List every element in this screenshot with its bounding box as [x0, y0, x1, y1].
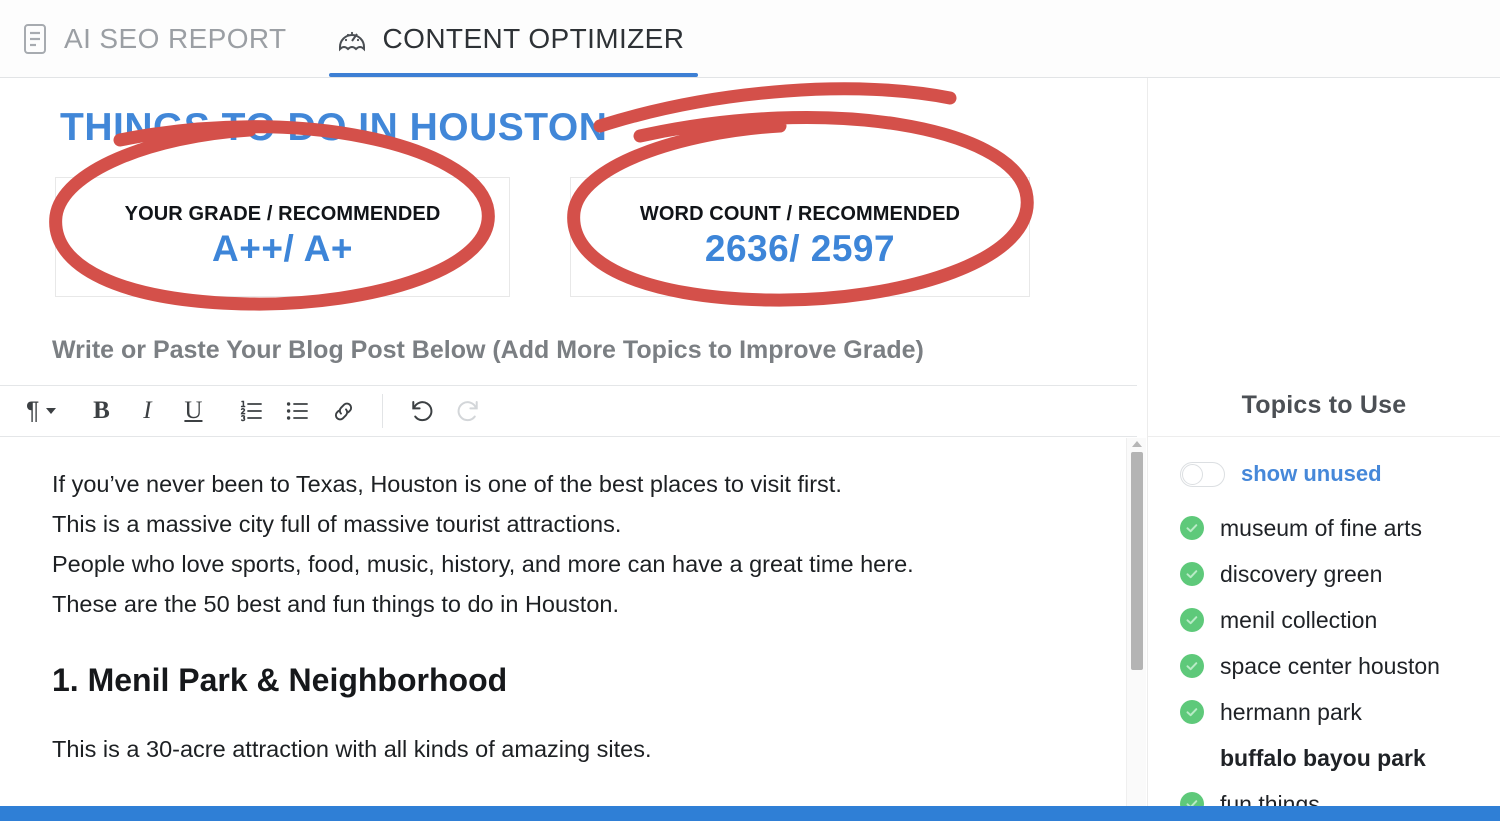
- tab-label: CONTENT OPTIMIZER: [382, 22, 685, 54]
- tab-ai-seo-report[interactable]: AI SEO REPORT: [0, 0, 315, 77]
- editor-scrollbar[interactable]: [1126, 438, 1146, 806]
- undo-icon: [409, 399, 435, 423]
- topic-label: space center houston: [1220, 652, 1440, 679]
- topics-panel-body: show unused museum of fine arts discover…: [1148, 437, 1500, 821]
- report-document-icon: [20, 22, 50, 56]
- topic-label: buffalo bayou park: [1220, 744, 1426, 771]
- blog-post-editor[interactable]: If you’ve never been to Texas, Houston i…: [0, 438, 1122, 806]
- toggle-knob: [1182, 463, 1203, 485]
- redo-button[interactable]: [445, 391, 491, 431]
- show-unused-label: show unused: [1241, 461, 1382, 486]
- grade-score-card: YOUR GRADE / RECOMMENDED A++/ A+: [55, 177, 510, 297]
- topic-item[interactable]: hermann park: [1180, 689, 1500, 735]
- toolbar-divider: [382, 394, 384, 428]
- italic-button[interactable]: I: [124, 391, 170, 431]
- check-circle-icon: [1180, 700, 1204, 724]
- tab-content-optimizer[interactable]: CONTENT OPTIMIZER: [315, 0, 713, 77]
- topic-label: menil collection: [1220, 606, 1378, 633]
- underline-button[interactable]: U: [170, 391, 216, 431]
- panel-title: Topics to Use: [1241, 391, 1407, 419]
- doc-paragraph: These are the 50 best and fun things to …: [52, 591, 619, 617]
- link-chain-icon: [331, 399, 356, 424]
- show-unused-toggle[interactable]: [1180, 461, 1225, 487]
- scroll-up-arrow-icon[interactable]: [1132, 441, 1142, 447]
- chevron-down-icon: [46, 408, 57, 414]
- topic-label: hermann park: [1220, 698, 1362, 725]
- topic-item[interactable]: space center houston: [1180, 643, 1500, 689]
- check-circle-icon: [1180, 608, 1204, 632]
- content-optimizer-app: AI SEO REPORT CONTENT OPTIMIZER THINGS T…: [0, 0, 1500, 821]
- bulleted-list-icon: [285, 400, 309, 422]
- topic-label: discovery green: [1220, 560, 1383, 587]
- check-circle-icon: [1180, 516, 1204, 540]
- word-count-card-caption: WORD COUNT / RECOMMENDED: [639, 203, 961, 226]
- redo-icon: [455, 399, 481, 423]
- word-count-score-card: WORD COUNT / RECOMMENDED 2636/ 2597: [570, 177, 1030, 297]
- bold-icon: B: [93, 397, 110, 424]
- topic-item[interactable]: buffalo bayou park: [1180, 735, 1500, 781]
- scrollbar-thumb[interactable]: [1131, 452, 1143, 670]
- doc-heading: 1. Menil Park & Neighborhood: [52, 662, 508, 698]
- paragraph-style-dropdown[interactable]: ¶: [22, 391, 66, 431]
- doc-paragraph: This is a massive city full of massive t…: [52, 511, 622, 537]
- topic-item[interactable]: menil collection: [1180, 597, 1500, 643]
- doc-paragraph: This is a 30-acre attraction with all ki…: [52, 736, 652, 762]
- bottom-progress-bar: [0, 806, 1500, 821]
- topics-panel: Topics to Use show unused museum of fine…: [1147, 78, 1500, 817]
- check-circle-icon: [1180, 562, 1204, 586]
- topic-item[interactable]: museum of fine arts: [1180, 505, 1500, 551]
- topic-item[interactable]: discovery green: [1180, 551, 1500, 597]
- tab-bar: AI SEO REPORT CONTENT OPTIMIZER: [0, 0, 1500, 78]
- ordered-list-icon: [239, 400, 263, 422]
- topic-label: museum of fine arts: [1220, 514, 1422, 541]
- word-count-card-value: 2636/ 2597: [704, 228, 896, 270]
- bold-button[interactable]: B: [78, 391, 124, 431]
- editor-subhead: Write or Paste Your Blog Post Below (Add…: [52, 336, 924, 364]
- grade-card-value: A++/ A+: [212, 228, 353, 270]
- gauge-icon: [335, 22, 369, 56]
- doc-paragraph: People who love sports, food, music, his…: [52, 551, 914, 577]
- undo-button[interactable]: [399, 391, 445, 431]
- unordered-list-button[interactable]: [274, 391, 320, 431]
- tab-label: AI SEO REPORT: [64, 22, 287, 54]
- underline-icon: U: [184, 397, 203, 424]
- post-title: THINGS TO DO IN HOUSTON: [60, 106, 608, 149]
- pilcrow-icon: ¶: [26, 396, 40, 425]
- doc-paragraph: If you’ve never been to Texas, Houston i…: [52, 471, 842, 497]
- italic-icon: I: [143, 397, 152, 424]
- show-unused-toggle-row[interactable]: show unused: [1180, 459, 1500, 489]
- topics-panel-header: Topics to Use: [1148, 78, 1500, 437]
- grade-card-caption: YOUR GRADE / RECOMMENDED: [124, 203, 441, 226]
- editor-toolbar: ¶ B I U: [0, 385, 1137, 437]
- link-button[interactable]: [320, 391, 366, 431]
- ordered-list-button[interactable]: [228, 391, 274, 431]
- check-circle-icon: [1180, 654, 1204, 678]
